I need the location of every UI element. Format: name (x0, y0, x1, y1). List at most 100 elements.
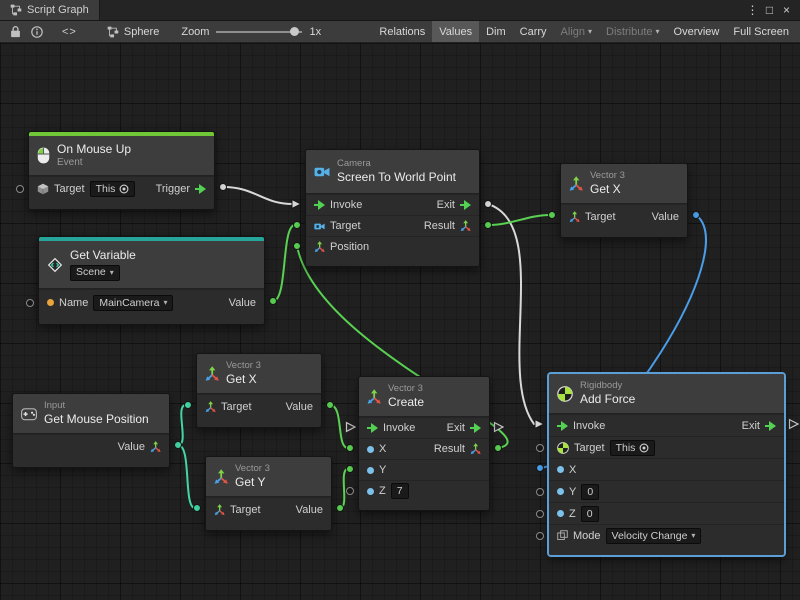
node-create-vector3[interactable]: Vector 3 Create Invoke Exit X Result (358, 376, 490, 511)
z-input-port[interactable] (346, 487, 354, 495)
trigger-label: Trigger (156, 183, 190, 195)
wire-variable-to-target[interactable] (273, 225, 295, 301)
y-input-port[interactable] (536, 488, 544, 496)
mouse-icon (37, 147, 50, 164)
vector3-icon (569, 176, 583, 192)
info-icon (31, 26, 43, 38)
port-endpoint[interactable] (294, 243, 301, 250)
variable-name-dropdown[interactable]: MainCamera ▾ (93, 295, 173, 311)
node-get-mouse-position[interactable]: Input Get Mouse Position Value (12, 393, 170, 468)
target-label: Target (585, 211, 616, 223)
carry-button[interactable]: Carry (513, 21, 554, 42)
port-endpoint[interactable] (347, 466, 354, 473)
port-endpoint[interactable] (549, 212, 556, 219)
result-label: Result (424, 220, 455, 232)
relations-button[interactable]: Relations (372, 21, 432, 42)
node-get-variable[interactable]: Get Variable Scene ▾ Name MainCamera ▾ V… (38, 236, 265, 325)
port-endpoint[interactable] (294, 222, 301, 229)
x-label: X (569, 464, 576, 476)
port-endpoint[interactable] (693, 212, 700, 219)
port-row: Name MainCamera ▾ Value (39, 289, 264, 315)
z-value-field[interactable]: 0 (581, 506, 599, 522)
port-row: Invoke Exit (306, 194, 479, 215)
window-menu-icon[interactable]: ⋮ (744, 0, 761, 21)
port-endpoint[interactable] (537, 465, 544, 472)
overview-button[interactable]: Overview (667, 21, 727, 42)
port-endpoint[interactable] (220, 184, 227, 191)
target-value-chip[interactable]: This (90, 181, 136, 197)
node-header: Vector 3 Get Y (206, 457, 331, 497)
invoke-label: Invoke (330, 199, 362, 211)
values-button[interactable]: Values (432, 21, 479, 42)
maximize-icon[interactable]: □ (761, 0, 778, 21)
zoom-slider-handle[interactable] (290, 27, 299, 36)
port-endpoint[interactable] (327, 402, 334, 409)
target-input-port[interactable] (536, 444, 544, 452)
align-dropdown[interactable]: Align ▾ (554, 21, 599, 42)
mode-input-port[interactable] (536, 532, 544, 540)
port-endpoint[interactable] (485, 201, 492, 208)
mode-dropdown[interactable]: Velocity Change ▾ (606, 528, 702, 544)
port-endpoint[interactable] (337, 505, 344, 512)
node-title: Screen To World Point (337, 170, 456, 185)
close-icon[interactable]: × (778, 0, 795, 21)
wire-mousepos-to-gety[interactable] (178, 445, 195, 508)
port-endpoint[interactable] (485, 222, 492, 229)
zoom-slider[interactable] (216, 26, 302, 38)
port-row: Target Value (197, 394, 321, 418)
distribute-label: Distribute (606, 26, 652, 38)
port-endpoint[interactable] (175, 442, 182, 449)
zoom-control: Zoom 1x (181, 26, 321, 38)
lock-button[interactable] (4, 21, 26, 43)
node-title: Get X (226, 372, 261, 387)
string-type-icon (47, 299, 54, 306)
target-input-port[interactable] (16, 185, 24, 193)
flow-arrow-icon (765, 421, 776, 431)
dim-button[interactable]: Dim (479, 21, 513, 42)
wire-result-to-getx-target[interactable] (488, 215, 550, 225)
port-row: Y 0 (549, 480, 784, 502)
wire-getx-to-create-x[interactable] (330, 405, 348, 448)
port-endpoint[interactable] (495, 445, 502, 452)
wire-exit-to-addforce-invoke[interactable] (488, 204, 534, 424)
z-value-field[interactable]: 7 (391, 483, 409, 499)
flow-port-triangle[interactable] (347, 423, 356, 432)
variable-icon (47, 257, 63, 273)
node-title: Create (388, 395, 424, 410)
graph-canvas[interactable]: On Mouse Up Event Target This Trigger (0, 43, 800, 600)
flow-arrowhead (535, 420, 544, 429)
script-graph-icon (107, 26, 119, 38)
position-label: Position (330, 241, 369, 253)
y-value-field[interactable]: 0 (581, 484, 599, 500)
node-get-x-mid[interactable]: Vector 3 Get X Target Value (196, 353, 322, 428)
code-preview-button[interactable]: <> (62, 26, 77, 38)
rigidbody-icon (557, 386, 573, 402)
port-row: Target This (549, 436, 784, 458)
info-button[interactable] (26, 21, 48, 43)
port-endpoint[interactable] (270, 298, 277, 305)
target-value-chip[interactable]: This (610, 440, 656, 456)
port-row: Mode Velocity Change ▾ (549, 524, 784, 546)
z-label: Z (379, 485, 386, 497)
node-get-x-right[interactable]: Vector 3 Get X Target Value (560, 163, 688, 238)
node-get-y[interactable]: Vector 3 Get Y Target Value (205, 456, 332, 531)
node-add-force[interactable]: Rigidbody Add Force Invoke Exit Target T… (548, 373, 785, 556)
port-row: Target Value (206, 497, 331, 521)
wire-mousepos-to-getx[interactable] (178, 405, 186, 445)
node-screen-to-world-point[interactable]: Camera Screen To World Point Invoke Exit… (305, 149, 480, 267)
port-endpoint[interactable] (194, 505, 201, 512)
fullscreen-button[interactable]: Full Screen (726, 21, 796, 42)
node-category: Vector 3 (388, 383, 424, 395)
node-title: Get Mouse Position (44, 412, 149, 427)
flow-port-triangle[interactable] (790, 420, 799, 429)
distribute-dropdown[interactable]: Distribute ▾ (599, 21, 666, 42)
wire-trigger-to-invoke[interactable] (223, 187, 293, 204)
node-on-mouse-up[interactable]: On Mouse Up Event Target This Trigger (28, 131, 215, 210)
flow-port-triangle[interactable] (495, 423, 504, 432)
z-input-port[interactable] (536, 510, 544, 518)
port-endpoint[interactable] (185, 402, 192, 409)
tab-script-graph[interactable]: Script Graph (0, 0, 100, 20)
port-endpoint[interactable] (347, 445, 354, 452)
variable-scope-dropdown[interactable]: Scene ▾ (70, 265, 120, 281)
name-input-port[interactable] (26, 299, 34, 307)
